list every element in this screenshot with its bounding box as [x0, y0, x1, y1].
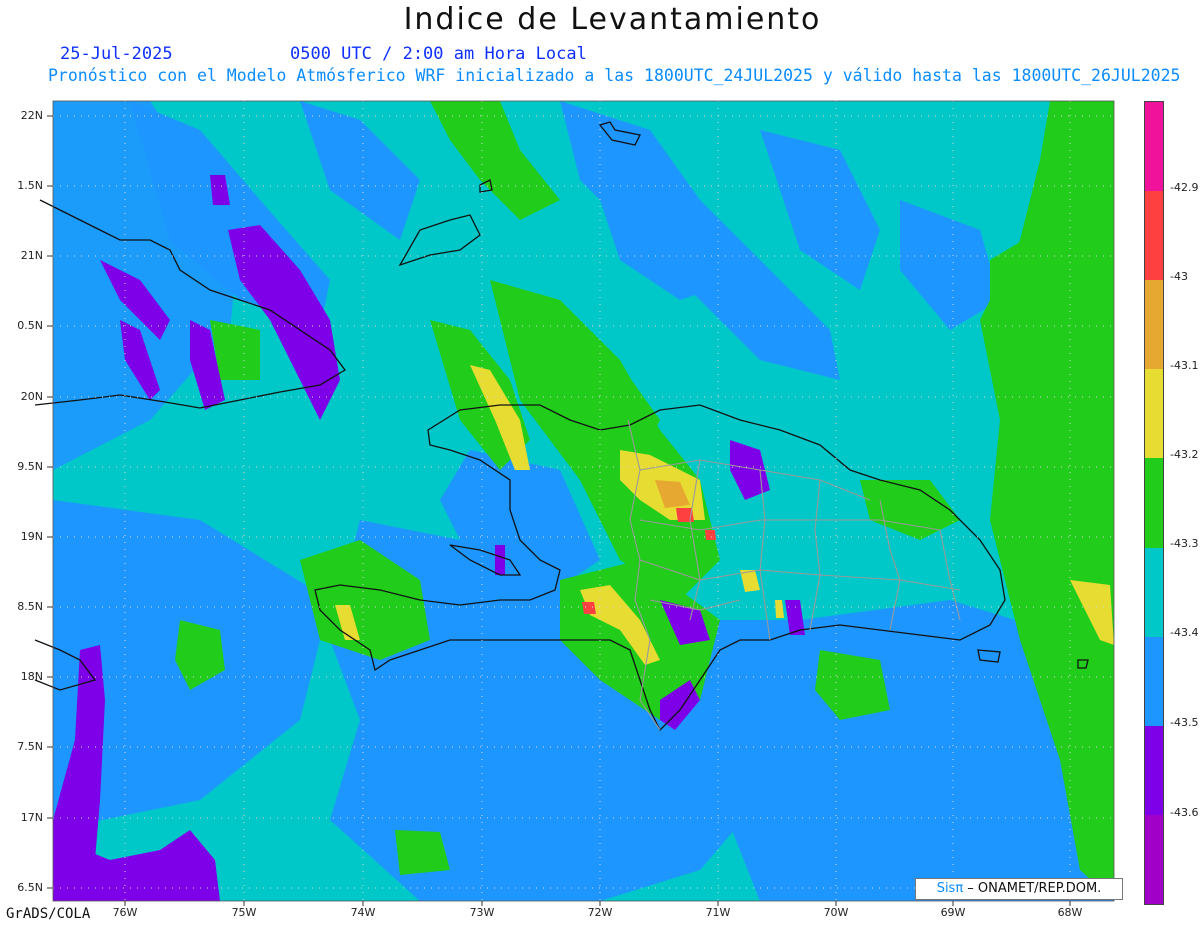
colorbar-swatch: [1145, 725, 1163, 815]
colorbar-label: -43.1: [1170, 359, 1199, 372]
lon-label: 71W: [705, 906, 731, 919]
credit-logo-text: Sisπ: [936, 881, 964, 896]
lon-label: 74W: [350, 906, 376, 919]
lat-label: 19N: [20, 530, 43, 543]
lon-label: 76W: [112, 906, 138, 919]
lon-label: 70W: [823, 906, 849, 919]
lat-label: 8.5N: [17, 600, 43, 613]
map-panel: [34, 100, 1115, 906]
colorbar-swatch: [1145, 102, 1163, 192]
lat-label: 9.5N: [17, 460, 43, 473]
lat-label: 22N: [20, 109, 43, 122]
colorbar-swatch: [1145, 636, 1163, 726]
lat-label: 0.5N: [17, 319, 43, 332]
lat-label: 21N: [20, 249, 43, 262]
colorbar-label: -43.5: [1170, 716, 1199, 729]
lon-label: 75W: [231, 906, 257, 919]
lat-label: 7.5N: [17, 740, 43, 753]
lat-label: 20N: [20, 390, 43, 403]
colorbar-swatch: [1145, 280, 1163, 370]
colorbar-label: -43.4: [1170, 626, 1199, 639]
lat-label: 6.5N: [17, 881, 43, 894]
credit-text: – ONAMET/REP.DOM.: [963, 881, 1102, 896]
lon-label: 68W: [1057, 906, 1083, 919]
lat-label: 18N: [20, 670, 43, 683]
lon-label: 73W: [469, 906, 495, 919]
colorbar-label: -43.3: [1170, 537, 1199, 550]
colorbar: [1144, 101, 1164, 905]
colorbar-swatch: [1145, 814, 1163, 904]
lat-label: 17N: [20, 811, 43, 824]
lon-label: 72W: [587, 906, 613, 919]
colorbar-swatch: [1145, 369, 1163, 459]
colorbar-swatch: [1145, 547, 1163, 637]
colorbar-swatch: [1145, 458, 1163, 548]
colorbar-label: -43: [1170, 270, 1188, 283]
lon-label: 69W: [940, 906, 966, 919]
software-label: GrADS/COLA: [6, 906, 91, 922]
colorbar-label: -43.6: [1170, 806, 1199, 819]
lat-label: 1.5N: [17, 179, 43, 192]
colorbar-label: -42.9: [1170, 181, 1199, 194]
colorbar-swatch: [1145, 191, 1163, 281]
colorbar-label: -43.2: [1170, 448, 1199, 461]
lifted-index-field: [53, 101, 1114, 901]
credit-box: Sisπ – ONAMET/REP.DOM.: [915, 878, 1123, 900]
